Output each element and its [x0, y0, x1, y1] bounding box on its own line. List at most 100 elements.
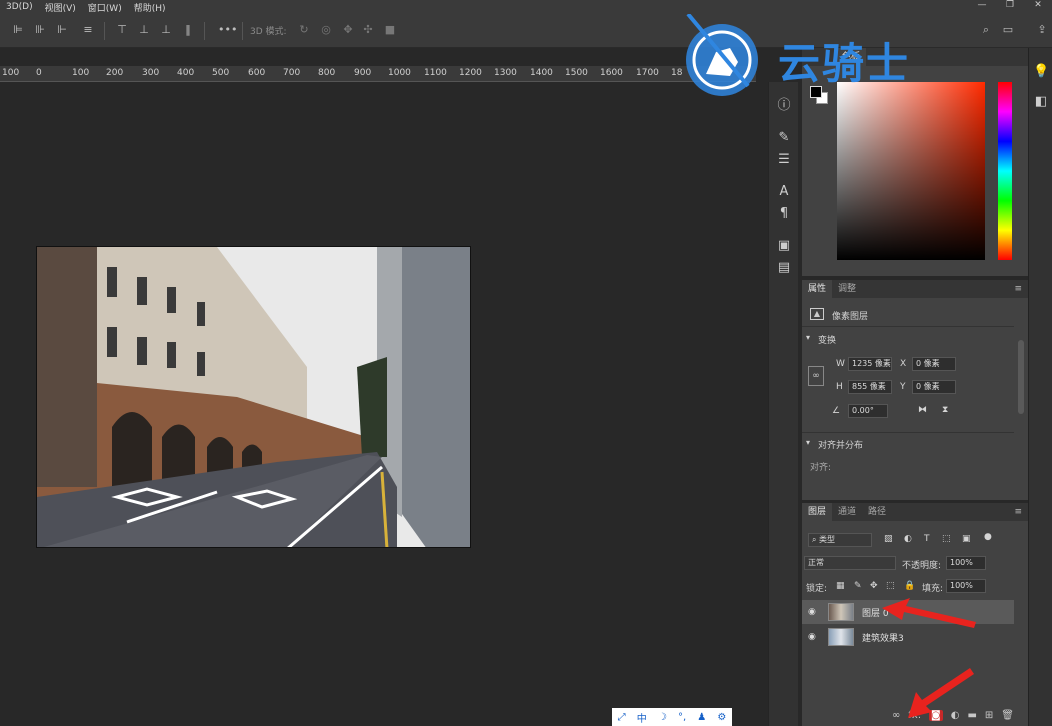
menu-window[interactable]: 窗口(W) — [82, 1, 128, 14]
chevron-down-icon[interactable]: ▾ — [806, 333, 810, 342]
swatch-book-icon[interactable]: ▣ — [776, 238, 792, 254]
transform-title: 变换 — [818, 336, 837, 346]
tab-layers[interactable]: 图层 — [802, 503, 833, 521]
minimize-icon[interactable]: — — [968, 0, 996, 14]
link-layers-icon[interactable]: ∞ — [892, 710, 900, 721]
panel-menu-icon[interactable]: ≡ — [1014, 284, 1022, 294]
brush-icon[interactable]: ✎ — [776, 130, 792, 146]
more-options-icon[interactable]: ••• — [218, 24, 237, 36]
width-field[interactable]: 1235 像素 — [848, 357, 892, 371]
3d-pan-icon[interactable]: ✥ — [342, 24, 354, 36]
ime-settings-icon[interactable]: ⚙ — [717, 712, 726, 723]
ime-moon-icon[interactable]: ☽ — [658, 712, 667, 723]
align-vcenter-icon[interactable]: ⊥ — [138, 24, 150, 36]
menu-view[interactable]: 视图(V) — [39, 1, 82, 14]
opacity-field[interactable]: 100% — [946, 556, 986, 570]
ruler-label: 700 — [283, 68, 301, 78]
watermark-text: 云骑士 — [778, 39, 911, 88]
new-layer-icon[interactable]: ⊞ — [985, 710, 993, 721]
ime-user-icon[interactable]: ♟ — [697, 712, 706, 723]
layer-name[interactable]: 建筑效果3 — [862, 631, 904, 644]
panel-menu-icon[interactable]: ≡ — [1014, 507, 1022, 517]
ime-logo-icon[interactable]: ⤢ — [618, 712, 626, 723]
character-icon[interactable]: A — [776, 184, 792, 200]
ruler-label: 1500 — [565, 68, 588, 78]
filter-smart-icon[interactable]: ▣ — [962, 534, 971, 544]
close-icon[interactable]: ✕ — [1024, 0, 1052, 14]
menu-help[interactable]: 帮助(H) — [128, 1, 172, 14]
notes-icon[interactable]: ▤ — [776, 260, 792, 276]
fill-field[interactable]: 100% — [946, 579, 986, 593]
lock-label: 锁定: — [806, 584, 828, 594]
align-left-icon[interactable]: ⊫ — [12, 24, 24, 36]
properties-tabs: 属性 调整 ≡ — [802, 280, 1028, 298]
ruler-label: 100 — [72, 68, 90, 78]
align-bottom-icon[interactable]: ⊥ — [160, 24, 172, 36]
lock-artboard-icon[interactable]: ⬚ — [886, 581, 895, 591]
visibility-eye-icon[interactable]: ◉ — [808, 632, 818, 642]
angle-field[interactable]: 0.00° — [848, 404, 888, 418]
adjust-sliders-icon[interactable]: ☰ — [776, 152, 792, 168]
filter-adjust-icon[interactable]: ◐ — [904, 534, 912, 544]
flip-horizontal-icon[interactable]: ⧓ — [918, 405, 927, 415]
learn-panel-icon[interactable]: ◧ — [1033, 94, 1049, 110]
height-field[interactable]: 855 像素 — [848, 380, 892, 394]
3d-rotate-icon[interactable]: ↻ — [298, 24, 310, 36]
panel-scrollbar[interactable] — [1018, 340, 1024, 414]
tab-adjustments[interactable]: 调整 — [832, 280, 862, 298]
layer-thumbnail — [828, 628, 854, 646]
layer-filter-select[interactable]: ⌕ 类型 — [808, 533, 872, 547]
link-icon[interactable]: ∞ — [808, 366, 824, 386]
blend-mode-select[interactable]: 正常 — [804, 556, 896, 570]
paragraph-icon[interactable]: ¶ — [776, 206, 792, 222]
height-label: H — [836, 382, 843, 392]
lock-brush-icon[interactable]: ✎ — [854, 581, 862, 591]
layer-kind-label: 像素图层 — [832, 312, 869, 322]
color-picker-field[interactable] — [837, 82, 985, 260]
lock-all-icon[interactable]: 🔒 — [904, 581, 915, 591]
knight-emblem-icon — [686, 12, 758, 96]
filter-pixel-icon[interactable]: ▨ — [884, 534, 893, 544]
share-icon[interactable]: ⇪ — [1036, 24, 1048, 36]
ruler-label: 1400 — [530, 68, 553, 78]
ruler-label: 1000 — [388, 68, 411, 78]
delete-layer-icon[interactable]: 🗑 — [1001, 710, 1014, 721]
filter-toggle-icon[interactable]: ● — [984, 532, 992, 542]
menu-3d[interactable]: 3D(D) — [0, 2, 39, 12]
layer-thumbnail — [828, 603, 854, 621]
restore-icon[interactable]: ❐ — [996, 0, 1024, 14]
ime-punct-icon[interactable]: °, — [678, 712, 686, 723]
lock-transparent-icon[interactable]: ▦ — [836, 581, 845, 591]
align-top-icon[interactable]: ⊤ — [116, 24, 128, 36]
y-field[interactable]: 0 像素 — [912, 380, 956, 394]
tab-properties[interactable]: 属性 — [802, 280, 833, 298]
filter-shape-icon[interactable]: ⬚ — [942, 534, 951, 544]
x-field[interactable]: 0 像素 — [912, 357, 956, 371]
lock-move-icon[interactable]: ✥ — [870, 581, 878, 591]
visibility-eye-icon[interactable]: ◉ — [808, 607, 818, 617]
ime-chinese-mode[interactable]: 中 — [637, 710, 647, 725]
distribute-vertical-icon[interactable]: ‖ — [182, 24, 194, 36]
window-controls: — ❐ ✕ — [968, 0, 1052, 14]
fill-label: 填充: — [922, 584, 944, 594]
flip-vertical-icon[interactable]: ⧗ — [942, 405, 948, 415]
canvas-workspace[interactable] — [0, 82, 756, 714]
tab-paths[interactable]: 路径 — [862, 503, 892, 521]
3d-slide-icon[interactable]: ✣ — [362, 24, 374, 36]
3d-roll-icon[interactable]: ◎ — [320, 24, 332, 36]
filter-type-icon[interactable]: T — [924, 534, 930, 544]
annotation-arrow-icon — [882, 598, 976, 628]
workspace-icon[interactable]: ▭ — [1002, 24, 1014, 36]
ruler-label: 0 — [36, 68, 42, 78]
3d-scale-icon[interactable]: ■ — [384, 24, 396, 36]
tab-channels[interactable]: 通道 — [832, 503, 862, 521]
document-image[interactable] — [36, 246, 471, 548]
chevron-down-icon[interactable]: ▾ — [806, 438, 810, 447]
align-right-icon[interactable]: ⊩ — [56, 24, 68, 36]
distribute-icon[interactable]: ≡ — [82, 24, 94, 36]
foreground-color-swatch[interactable] — [810, 86, 822, 98]
align-hcenter-icon[interactable]: ⊪ — [34, 24, 46, 36]
lightbulb-icon[interactable]: 💡 — [1033, 64, 1049, 80]
ruler-label: 400 — [177, 68, 195, 78]
hue-slider[interactable] — [998, 82, 1012, 260]
